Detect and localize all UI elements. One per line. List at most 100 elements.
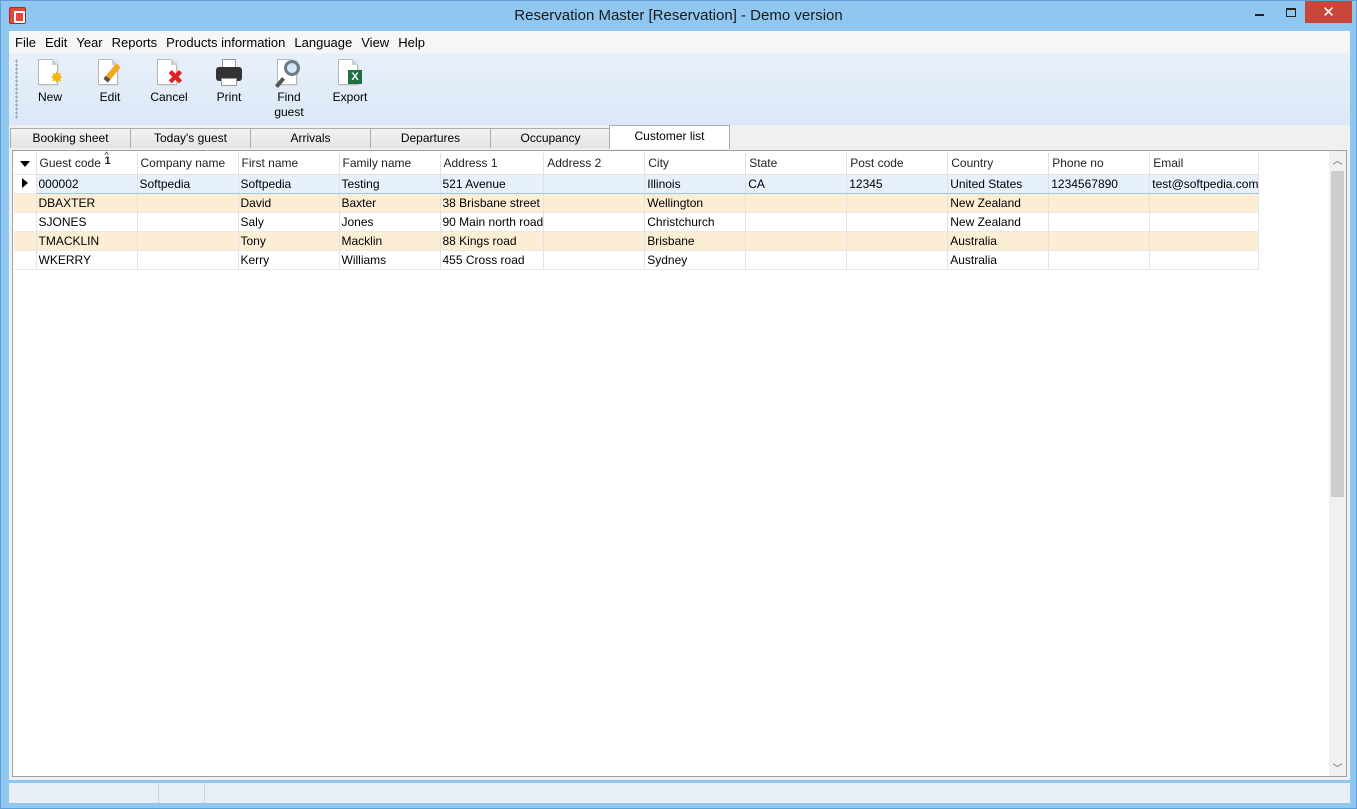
cell-state[interactable] [745,193,848,213]
column-header-address-2[interactable]: Address 2 [543,153,646,175]
cell-city[interactable]: Sydney [644,250,747,270]
cell-company-name[interactable] [137,250,239,270]
cell-address-2[interactable] [543,173,646,194]
tab-arrivals[interactable]: Arrivals [250,128,371,149]
column-chooser-button[interactable] [14,153,37,175]
cell-country[interactable]: New Zealand [947,193,1050,213]
cell-guest-code[interactable]: 000002 [36,173,138,194]
cell-company-name[interactable]: Softpedia [137,173,239,194]
cell-address-2[interactable] [543,250,646,270]
cell-company-name[interactable] [137,231,239,251]
cell-family-name[interactable]: Baxter [339,193,441,213]
cell-company-name[interactable] [137,193,239,213]
menu-reports[interactable]: Reports [112,35,158,50]
cell-first-name[interactable]: Kerry [238,250,340,270]
cell-email[interactable] [1149,212,1260,232]
cell-first-name[interactable]: Softpedia [238,173,340,194]
cell-address-2[interactable] [543,212,646,232]
cell-state[interactable] [745,212,848,232]
cell-post-code[interactable] [846,250,949,270]
cell-email[interactable] [1149,250,1260,270]
cell-state[interactable] [745,250,848,270]
cell-post-code[interactable] [846,231,949,251]
cell-country[interactable]: New Zealand [947,212,1050,232]
scroll-thumb[interactable] [1331,171,1344,497]
cell-post-code[interactable] [846,212,949,232]
cell-guest-code[interactable]: DBAXTER [36,193,138,213]
cell-family-name[interactable]: Testing [339,173,441,194]
cell-address-1[interactable]: 455 Cross road [440,250,545,270]
tab-todays-guest[interactable]: Today's guest [130,128,251,149]
cell-phone-no[interactable] [1048,231,1151,251]
cell-phone-no[interactable]: 1234567890 [1048,173,1151,194]
title-bar[interactable]: Reservation Master [Reservation] - Demo … [1,1,1356,31]
cell-city[interactable]: Wellington [644,193,747,213]
cell-address-1[interactable]: 38 Brisbane street [440,193,545,213]
menu-products-information[interactable]: Products information [166,35,285,50]
scroll-up-button[interactable]: ︿ [1329,151,1346,168]
cell-state[interactable] [745,231,848,251]
cell-post-code[interactable]: 12345 [846,173,949,194]
cell-family-name[interactable]: Macklin [339,231,441,251]
toolbar-grip[interactable] [15,59,18,119]
cancel-button[interactable]: ✖ Cancel [140,57,198,123]
export-button[interactable]: X Export [321,57,379,123]
cell-phone-no[interactable] [1048,212,1151,232]
cell-address-1[interactable]: 88 Kings road [440,231,545,251]
cell-email[interactable] [1149,193,1260,213]
table-row[interactable]: DBAXTER David Baxter 38 Brisbane street … [14,193,1260,213]
column-header-guest-code[interactable]: Guest code1 [36,150,138,175]
table-row[interactable]: SJONES Saly Jones 90 Main north road Chr… [14,212,1260,232]
table-row[interactable]: TMACKLIN Tony Macklin 88 Kings road Bris… [14,231,1260,251]
cell-country[interactable]: Australia [947,250,1050,270]
new-button[interactable]: ✸ New [21,57,79,123]
cell-guest-code[interactable]: TMACKLIN [36,231,138,251]
cell-country[interactable]: Australia [947,231,1050,251]
column-header-address-1[interactable]: Address 1 [440,153,545,175]
column-header-first-name[interactable]: First name [238,153,340,175]
menu-edit[interactable]: Edit [45,35,67,50]
cell-phone-no[interactable] [1048,250,1151,270]
cell-guest-code[interactable]: SJONES [36,212,138,232]
find-guest-button[interactable]: Find guest [260,57,318,123]
menu-help[interactable]: Help [398,35,425,50]
menu-language[interactable]: Language [294,35,352,50]
column-header-phone-no[interactable]: Phone no [1048,153,1151,175]
cell-address-2[interactable] [543,193,646,213]
cell-first-name[interactable]: David [238,193,340,213]
cell-country[interactable]: United States [947,173,1050,194]
cell-first-name[interactable]: Tony [238,231,340,251]
menu-year[interactable]: Year [76,35,102,50]
column-header-post-code[interactable]: Post code [846,153,949,175]
cell-post-code[interactable] [846,193,949,213]
minimize-button[interactable] [1245,1,1273,23]
cell-guest-code[interactable]: WKERRY [36,250,138,270]
cell-email[interactable] [1149,231,1260,251]
cell-phone-no[interactable] [1048,193,1151,213]
cell-state[interactable]: CA [745,173,848,194]
cell-address-2[interactable] [543,231,646,251]
cell-city[interactable]: Christchurch [644,212,747,232]
column-header-email[interactable]: Email [1149,153,1260,175]
tab-occupancy[interactable]: Occupancy [490,128,611,149]
cell-first-name[interactable]: Saly [238,212,340,232]
column-header-city[interactable]: City [644,153,747,175]
cell-city[interactable]: Brisbane [644,231,747,251]
table-row[interactable]: WKERRY Kerry Williams 455 Cross road Syd… [14,250,1260,270]
menu-file[interactable]: File [15,35,36,50]
maximize-button[interactable] [1277,1,1305,23]
vertical-scrollbar[interactable]: ︿ ﹀ [1329,151,1346,776]
edit-button[interactable]: Edit [81,57,139,123]
cell-city[interactable]: Illinois [644,173,747,194]
tab-booking-sheet[interactable]: Booking sheet [10,128,131,149]
menu-view[interactable]: View [361,35,389,50]
cell-address-1[interactable]: 521 Avenue [440,173,545,194]
cell-family-name[interactable]: Williams [339,250,441,270]
tab-customer-list[interactable]: Customer list [609,125,730,149]
cell-address-1[interactable]: 90 Main north road [440,212,545,232]
table-row[interactable]: 000002 Softpedia Softpedia Testing 521 A… [14,173,1260,194]
column-header-family-name[interactable]: Family name [339,153,441,175]
cell-email[interactable]: test@softpedia.com [1149,173,1260,194]
scroll-down-button[interactable]: ﹀ [1329,759,1346,776]
column-header-country[interactable]: Country [947,153,1050,175]
